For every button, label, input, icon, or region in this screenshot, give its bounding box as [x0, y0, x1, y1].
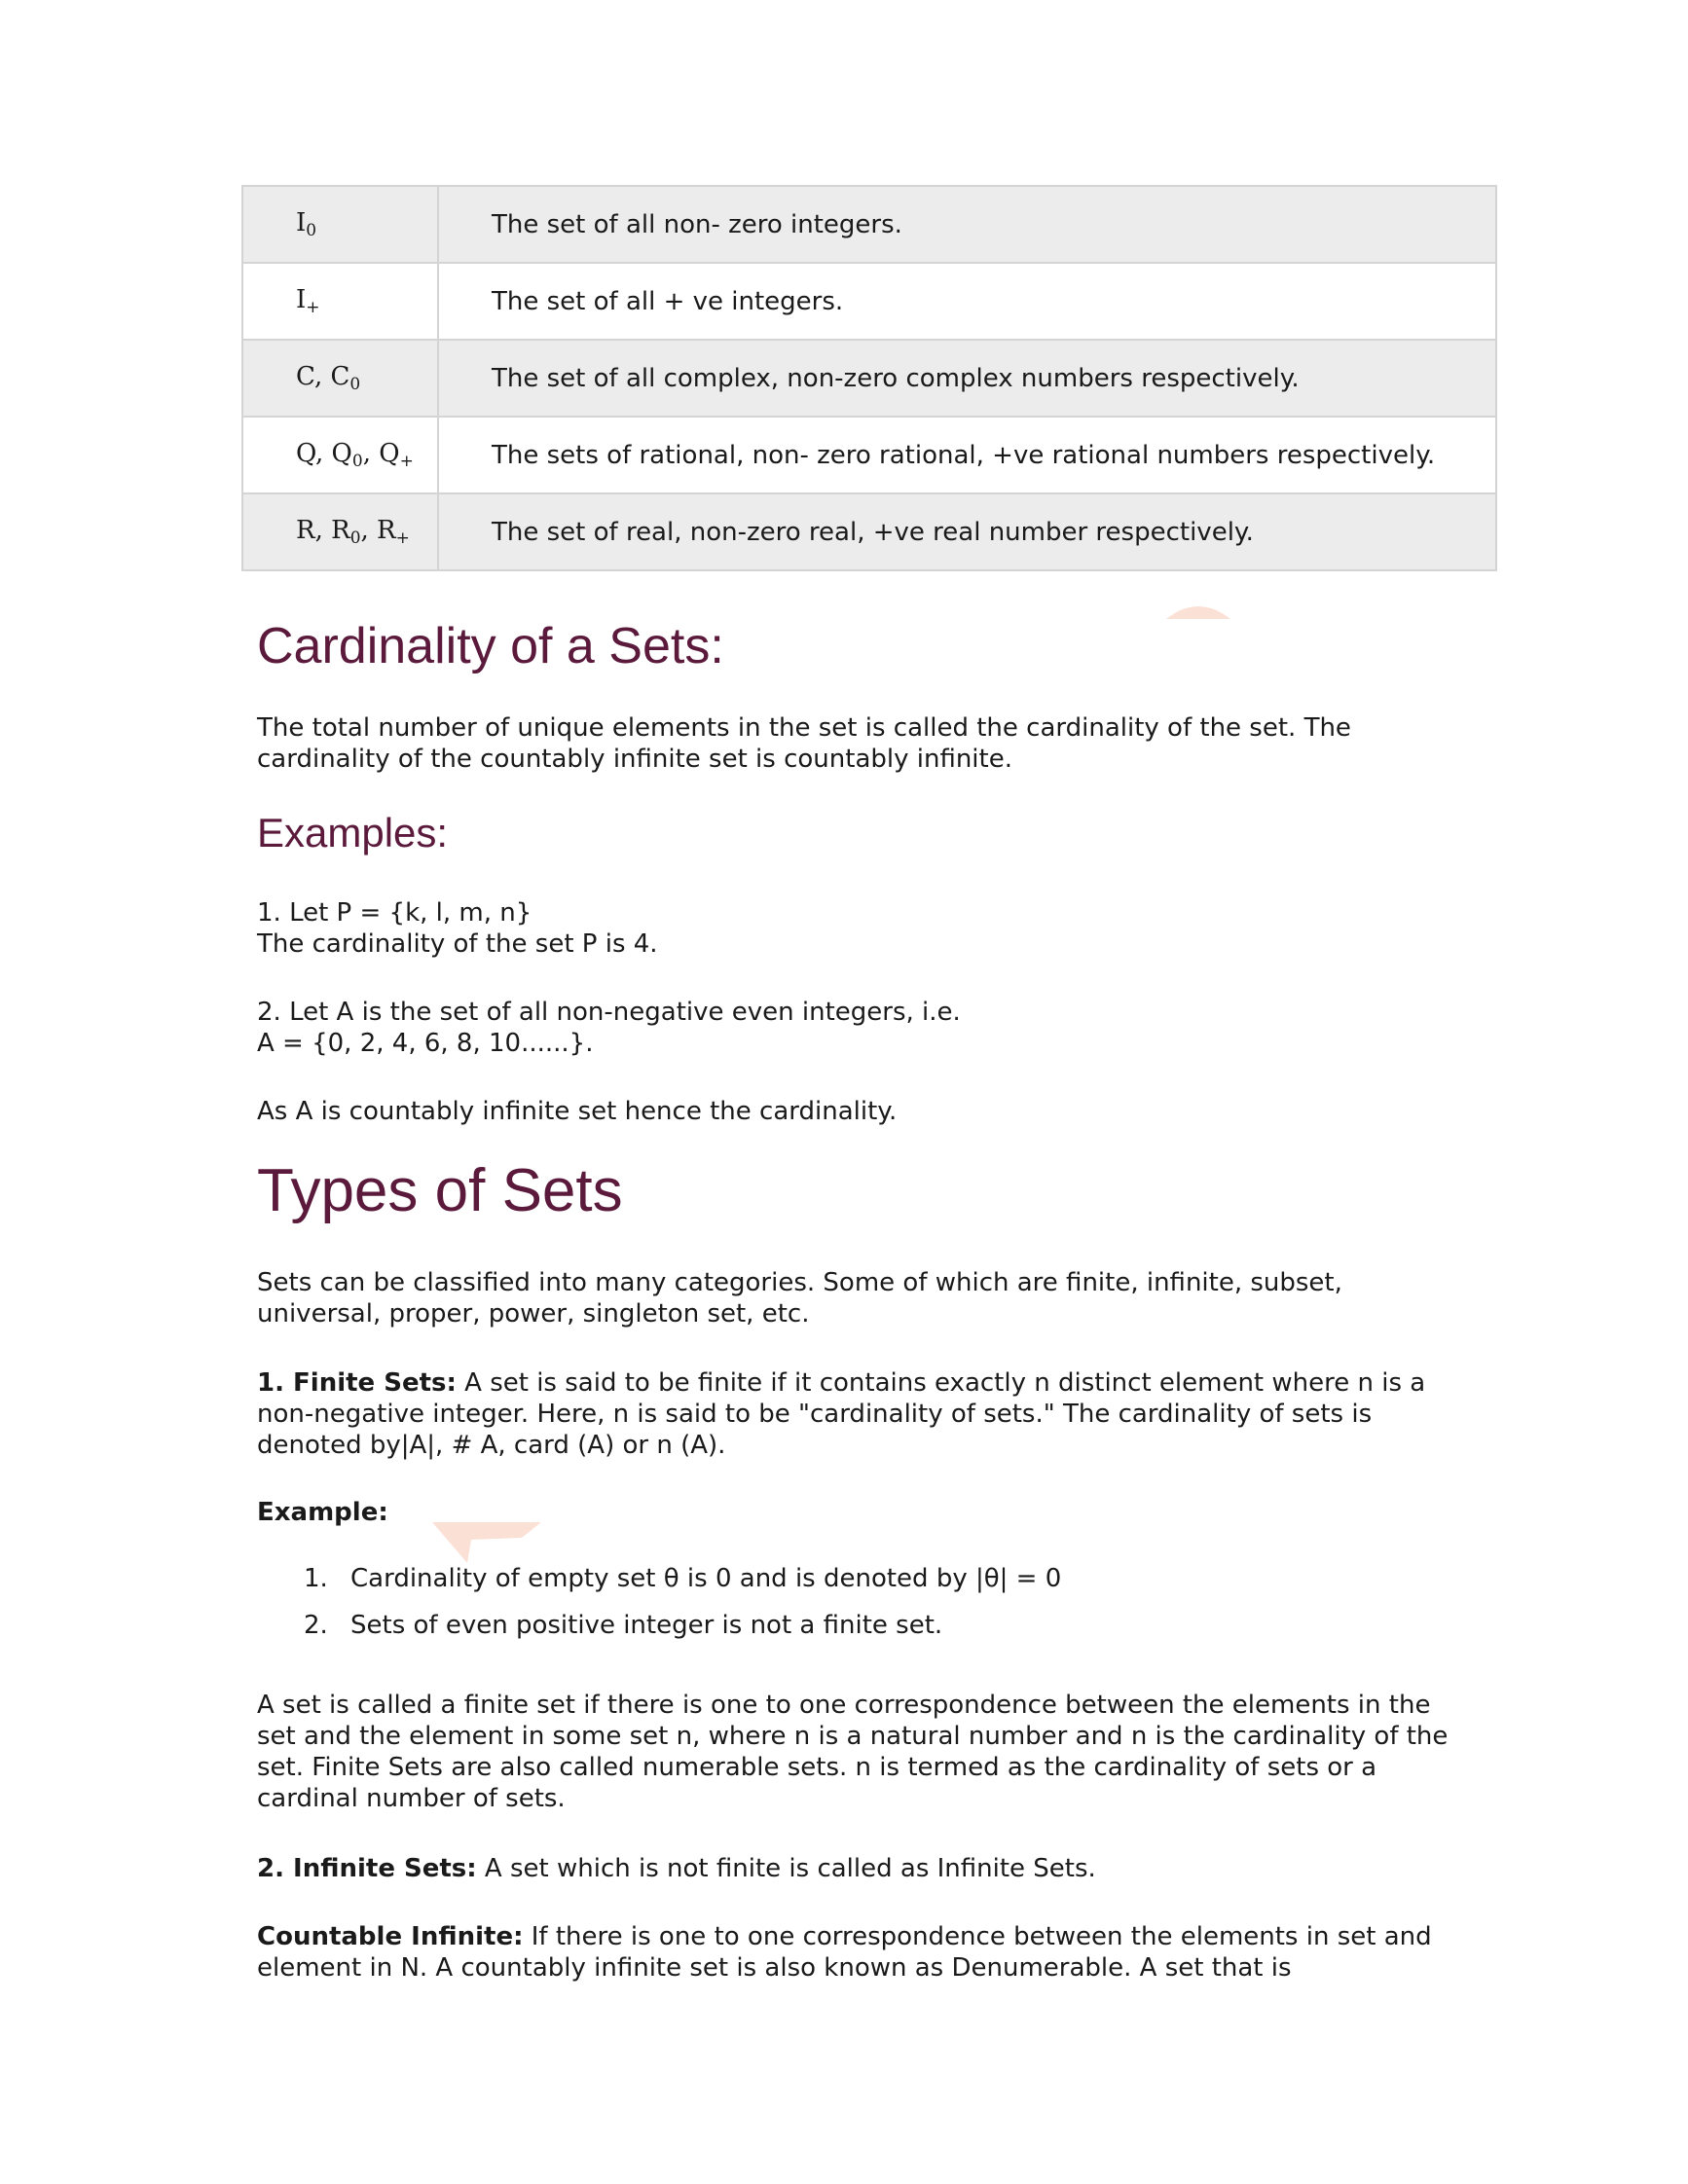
examples-heading: Examples:: [257, 810, 449, 855]
infinite-sets-text: A set which is not finite is called as I…: [476, 1854, 1096, 1883]
example-1: 1. Let P = {k, l, m, n} The cardinality …: [257, 897, 1464, 960]
infinite-sets-paragraph: 2. Infinite Sets: A set which is not fin…: [257, 1853, 1464, 1884]
description-cell: The set of real, non-zero real, +ve real…: [437, 492, 1497, 571]
table-row: I+ The set of all + ve integers.: [241, 262, 1497, 341]
example-1-line-1: 1. Let P = {k, l, m, n}: [257, 898, 532, 928]
infinite-sets-label: 2. Infinite Sets:: [257, 1854, 477, 1883]
document-page: I0 The set of all non- zero integers. I+…: [0, 0, 1688, 2184]
symbol-table: I0 The set of all non- zero integers. I+…: [241, 185, 1497, 571]
example-1-line-2: The cardinality of the set P is 4.: [257, 929, 658, 959]
list-item: 2. Sets of even positive integer is not a…: [304, 1611, 943, 1640]
example-2: 2. Let A is the set of all non-negative …: [257, 997, 1464, 1059]
table-row: Q, Q0, Q+ The sets of rational, non- zer…: [241, 416, 1497, 494]
description-cell: The set of all non- zero integers.: [437, 185, 1497, 264]
page-title-types-of-sets: Types of Sets: [257, 1157, 623, 1224]
section-heading-cardinality: Cardinality of a Sets:: [257, 618, 724, 674]
cardinality-paragraph: The total number of unique elements in t…: [257, 713, 1351, 774]
symbol-cell: I+: [241, 262, 439, 341]
example-label: Example:: [257, 1498, 388, 1527]
types-intro: Sets can be classified into many categor…: [257, 1268, 1342, 1329]
finite-more-paragraph: A set is called a finite set if there is…: [257, 1691, 1449, 1813]
symbol-cell: I0: [241, 185, 439, 264]
description-cell: The sets of rational, non- zero rational…: [437, 416, 1497, 494]
list-item: 1. Cardinality of empty set θ is 0 and is…: [304, 1564, 1062, 1593]
description-cell: The set of all + ve integers.: [437, 262, 1497, 341]
table-row: C, C0 The set of all complex, non-zero c…: [241, 339, 1497, 418]
finite-examples-list: 1. Cardinality of empty set θ is 0 and is…: [257, 1563, 1061, 1656]
finite-sets-label: 1. Finite Sets:: [257, 1368, 457, 1398]
symbol-cell: R, R0, R+: [241, 492, 439, 571]
example-label-paragraph: Example:: [257, 1497, 1464, 1528]
finite-sets-paragraph: 1. Finite Sets: A set is said to be fini…: [257, 1367, 1464, 1461]
description-cell: The set of all complex, non-zero complex…: [437, 339, 1497, 418]
countable-infinite-label: Countable Infinite:: [257, 1922, 524, 1951]
watermark-mark: [1166, 606, 1230, 619]
example-3: As A is countably infinite set hence the…: [257, 1097, 898, 1126]
table-row: I0 The set of all non- zero integers.: [241, 185, 1497, 264]
symbol-cell: C, C0: [241, 339, 439, 418]
countable-infinite-paragraph: Countable Infinite: If there is one to o…: [257, 1921, 1464, 1984]
example-2-line-2: A = {0, 2, 4, 6, 8, 10......}.: [257, 1029, 594, 1058]
table-row: R, R0, R+ The set of real, non-zero real…: [241, 492, 1497, 571]
example-2-line-1: 2. Let A is the set of all non-negative …: [257, 998, 961, 1027]
symbol-cell: Q, Q0, Q+: [241, 416, 439, 494]
